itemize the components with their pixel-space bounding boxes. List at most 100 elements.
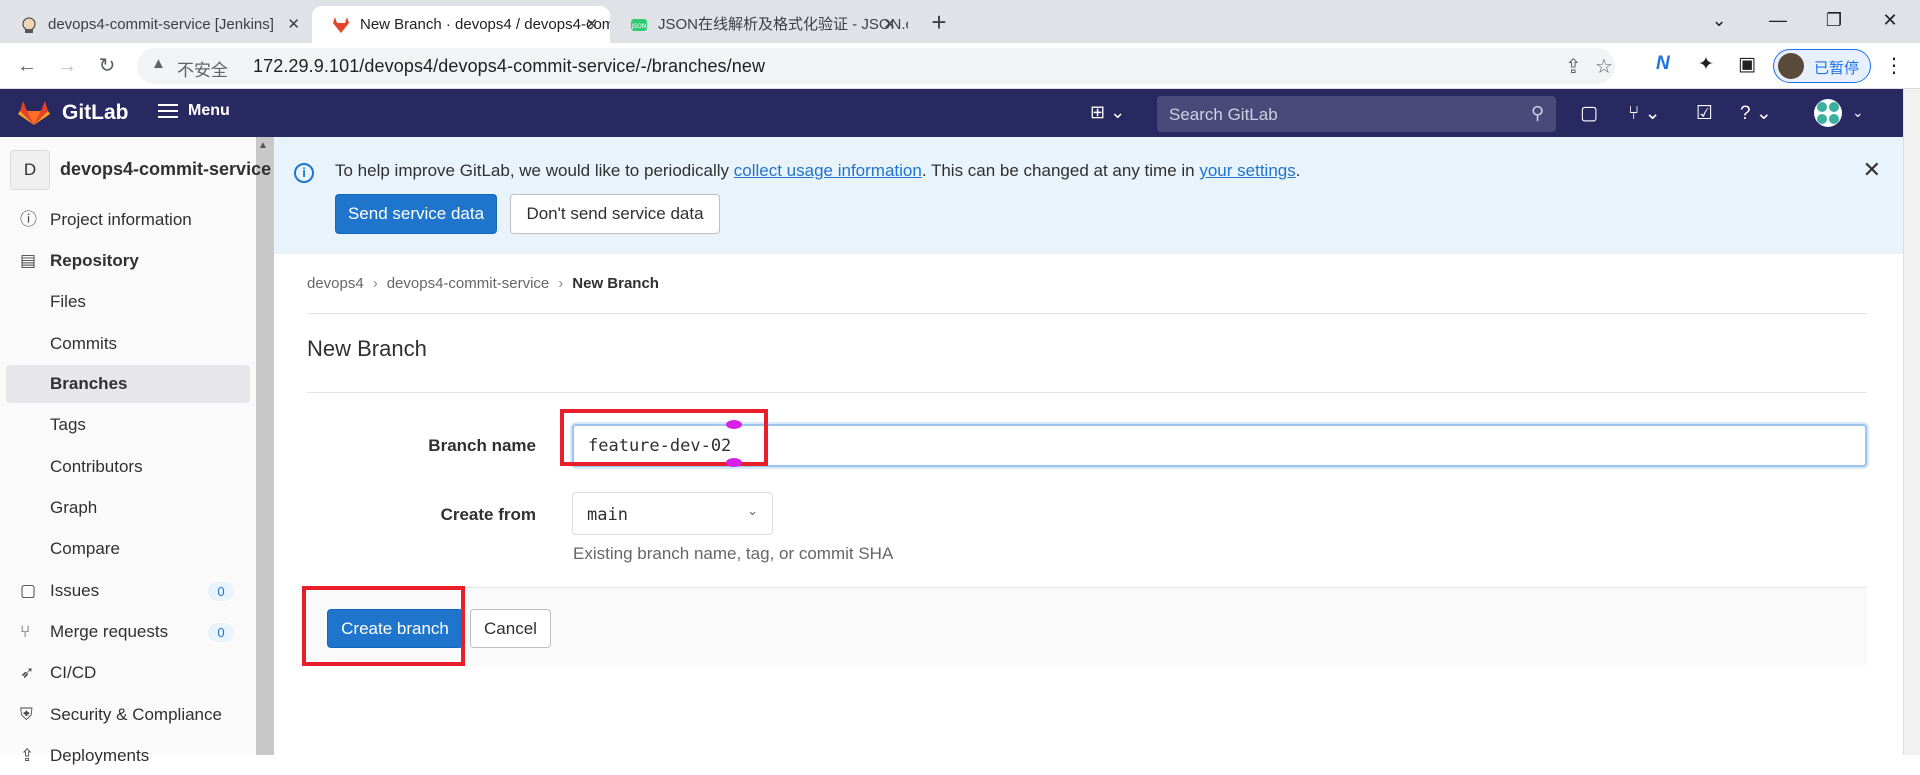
- extension-n-icon[interactable]: N: [1656, 53, 1670, 75]
- sidebar-item-label: Issues: [50, 581, 100, 600]
- side-panel-icon[interactable]: ▣: [1738, 53, 1756, 76]
- sidebar-item-compare[interactable]: Compare: [6, 530, 250, 568]
- share-icon[interactable]: ⇪: [1565, 54, 1582, 79]
- browser-menu-icon[interactable]: ⋮: [1884, 53, 1904, 78]
- jenkins-favicon-icon: [22, 17, 36, 33]
- scroll-up-arrow-icon[interactable]: ▲: [258, 140, 268, 151]
- banner-message: To help improve GitLab, we would like to…: [335, 161, 1300, 181]
- sidebar-item-ci-cd[interactable]: ➶ CI/CD: [6, 654, 250, 692]
- forward-arrow-icon[interactable]: →: [51, 50, 83, 82]
- close-tab-icon[interactable]: ✕: [287, 6, 300, 43]
- create-new-icon[interactable]: ⊞ ⌄: [1090, 102, 1125, 123]
- cancel-button[interactable]: Cancel: [470, 609, 551, 648]
- breadcrumb: devops4 › devops4-commit-service › New Branc…: [307, 275, 659, 292]
- address-bar[interactable]: ▲ 不安全 172.29.9.101/devops4/devops4-commi…: [137, 48, 1615, 84]
- close-tab-icon[interactable]: ✕: [585, 6, 598, 43]
- text-cursor-handle-icon: [726, 458, 742, 467]
- breadcrumb-item[interactable]: devops4-commit-service: [387, 275, 550, 292]
- sidebar-item-graph[interactable]: Graph: [6, 489, 250, 527]
- insecure-label[interactable]: 不安全: [177, 56, 228, 81]
- sidebar-item-branches[interactable]: Branches: [6, 365, 250, 403]
- sidebar-item-issues[interactable]: ▢ Issues 0: [6, 572, 250, 610]
- reload-icon[interactable]: ↻: [91, 50, 123, 82]
- breadcrumb-item[interactable]: devops4: [307, 275, 364, 292]
- deployments-icon: ⇪: [20, 746, 35, 765]
- sidebar-item-label: Project information: [50, 210, 192, 229]
- issues-header-icon[interactable]: ▢: [1580, 102, 1598, 125]
- close-banner-icon[interactable]: ✕: [1863, 157, 1881, 183]
- bookmark-star-icon[interactable]: ☆: [1595, 54, 1613, 79]
- send-service-data-button[interactable]: Send service data: [335, 194, 497, 234]
- banner-text: To help improve GitLab, we would like to…: [335, 161, 734, 180]
- extensions-puzzle-icon[interactable]: ✦: [1698, 53, 1714, 76]
- chevron-right-icon: ›: [372, 275, 378, 292]
- breadcrumb-current[interactable]: New Branch: [572, 275, 659, 292]
- browser-tab-gitlab[interactable]: New Branch · devops4 / devops4-commit-se…: [312, 6, 610, 43]
- search-input[interactable]: Search GitLab ⚲: [1157, 96, 1556, 132]
- main-menu-button[interactable]: Menu: [158, 100, 230, 126]
- browser-tab-jenkins[interactable]: devops4-commit-service [Jenkins] ✕: [0, 6, 312, 43]
- project-avatar: D: [10, 150, 50, 190]
- user-avatar[interactable]: [1814, 99, 1842, 127]
- sidebar-scrollbar[interactable]: [256, 137, 274, 755]
- tab-title: JSON在线解析及格式化验证 - JSON.cn: [658, 16, 908, 33]
- chevron-down-icon: ⌄: [747, 503, 758, 518]
- sidebar-item-commits[interactable]: Commits: [6, 325, 250, 363]
- sidebar-item-label: Tags: [50, 415, 86, 434]
- browser-tab-json[interactable]: JSON JSON在线解析及格式化验证 - JSON.cn ✕: [610, 6, 908, 43]
- sidebar-item-repository[interactable]: ▤ Repository: [6, 242, 250, 280]
- merge-requests-header-icon[interactable]: ⑂ ⌄: [1628, 102, 1661, 125]
- highlight-box-create-button: [302, 586, 465, 666]
- sidebar-item-project-information[interactable]: ⓘ Project information: [6, 201, 250, 239]
- user-menu-chevron-icon[interactable]: ⌄: [1852, 104, 1864, 121]
- profile-status: 已暂停: [1814, 60, 1860, 77]
- warning-triangle-icon[interactable]: ▲: [151, 55, 166, 72]
- sidebar-item-tags[interactable]: Tags: [6, 406, 250, 444]
- tab-title: devops4-commit-service [Jenkins]: [48, 16, 274, 33]
- sidebar-item-label: Merge requests: [50, 622, 169, 641]
- collect-usage-link[interactable]: collect usage information: [734, 161, 922, 180]
- help-icon[interactable]: ? ⌄: [1740, 102, 1772, 125]
- banner-text: . This can be changed at any time in: [921, 161, 1200, 180]
- profile-paused-button[interactable]: 已暂停: [1773, 49, 1871, 83]
- todos-icon[interactable]: ☑: [1696, 102, 1713, 125]
- sidebar-item-label: Commits: [50, 334, 118, 353]
- back-arrow-icon[interactable]: ←: [11, 50, 43, 82]
- issues-count-badge: 0: [208, 582, 234, 601]
- dont-send-service-data-button[interactable]: Don't send service data: [510, 194, 720, 234]
- sidebar-item-merge-requests[interactable]: ⑂ Merge requests 0: [6, 613, 250, 651]
- project-name: devops4-commit-service: [60, 159, 272, 179]
- form-actions: Create branch Cancel: [307, 587, 1867, 667]
- url-text[interactable]: 172.29.9.101/devops4/devops4-commit-serv…: [253, 56, 765, 77]
- tab-search-chevron-icon[interactable]: ⌄: [1691, 0, 1747, 40]
- sidebar-item-label: Security & Compliance: [50, 705, 222, 724]
- minimize-window-button[interactable]: —: [1750, 0, 1806, 40]
- page-scrollbar[interactable]: [1903, 89, 1920, 755]
- shield-icon: ⛨: [20, 705, 33, 724]
- your-settings-link[interactable]: your settings: [1199, 161, 1295, 180]
- branch-name-label: Branch name: [428, 436, 536, 455]
- page-title: New Branch: [307, 336, 427, 361]
- merge-requests-count-badge: 0: [208, 623, 234, 642]
- sidebar-item-security-compliance[interactable]: ⛨ Security & Compliance: [6, 696, 250, 734]
- search-icon: ⚲: [1530, 103, 1544, 123]
- sidebar-item-files[interactable]: Files: [6, 283, 250, 321]
- create-from-value: main: [587, 505, 628, 525]
- sidebar-item-label: Files: [50, 292, 86, 311]
- new-tab-button[interactable]: +: [922, 6, 956, 40]
- close-tab-icon[interactable]: ✕: [883, 6, 896, 43]
- sidebar-item-label: Graph: [50, 498, 98, 517]
- sidebar-item-deployments[interactable]: ⇪ Deployments: [6, 737, 250, 775]
- close-window-button[interactable]: ✕: [1862, 0, 1918, 40]
- chevron-right-icon: ›: [558, 275, 564, 292]
- sidebar-item-label: Contributors: [50, 457, 143, 476]
- sidebar-item-label: Repository: [50, 251, 139, 270]
- hamburger-icon: [158, 100, 178, 122]
- restore-window-button[interactable]: ❐: [1806, 0, 1862, 40]
- gitlab-brand[interactable]: GitLab: [62, 101, 129, 125]
- sidebar-item-contributors[interactable]: Contributors: [6, 448, 250, 486]
- gitlab-logo-icon[interactable]: [18, 100, 50, 126]
- issues-icon: ▢: [20, 581, 37, 600]
- svg-text:JSON: JSON: [631, 23, 647, 30]
- create-from-dropdown[interactable]: main ⌄: [572, 492, 773, 535]
